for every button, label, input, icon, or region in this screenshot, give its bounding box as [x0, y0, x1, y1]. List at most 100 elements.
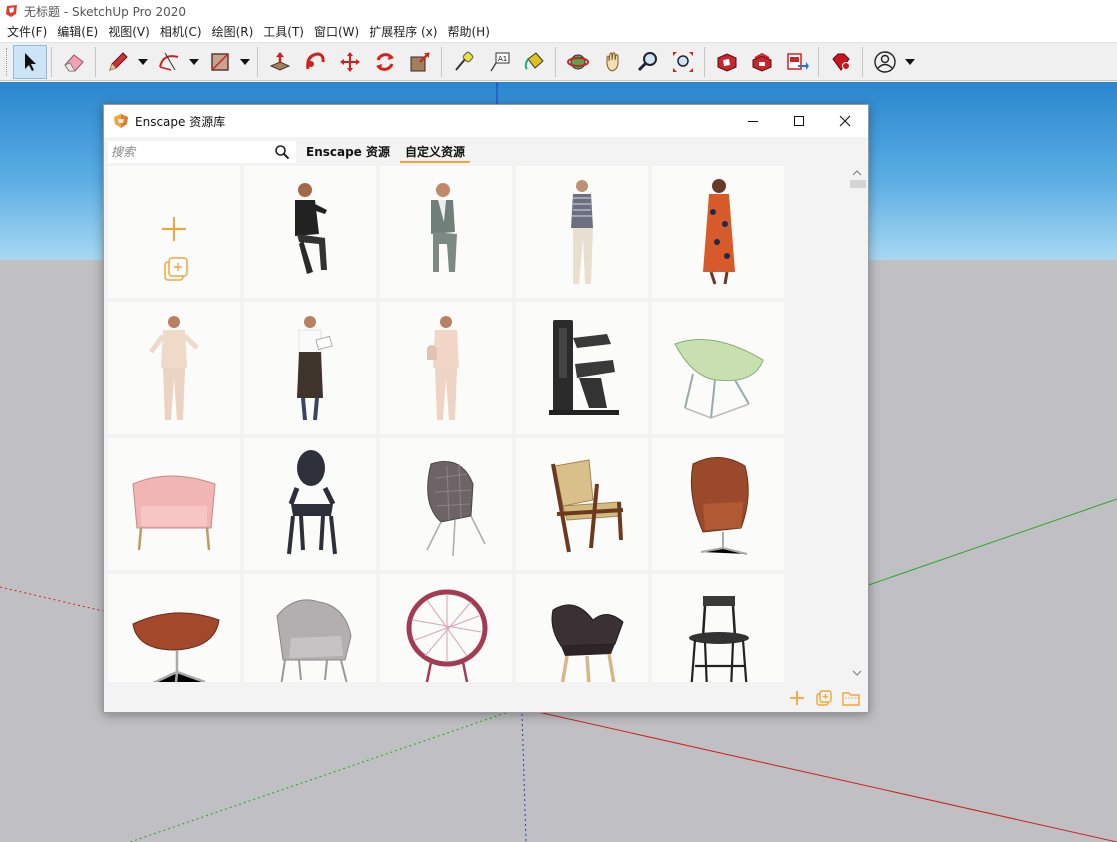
- asset-tile[interactable]: [108, 302, 240, 434]
- search-box: [108, 141, 296, 163]
- follow-me-tool-button[interactable]: [298, 45, 332, 79]
- orbit-tool-button[interactable]: [561, 45, 595, 79]
- tab-enscape-assets[interactable]: Enscape 资源: [301, 141, 395, 163]
- duplicate-asset-button[interactable]: [813, 687, 835, 709]
- maximize-button[interactable]: [776, 105, 822, 137]
- menu-file[interactable]: 文件(F): [2, 22, 52, 42]
- asset-tile[interactable]: [244, 302, 376, 434]
- text-tool-button[interactable]: A1: [482, 45, 516, 79]
- pan-tool-button[interactable]: [596, 45, 630, 79]
- window-title: 无标题 - SketchUp Pro 2020: [24, 4, 186, 19]
- geometric-lounge-chair-icon: [426, 461, 486, 557]
- menu-view[interactable]: 视图(V): [103, 22, 155, 42]
- asset-tile[interactable]: [244, 438, 376, 570]
- add-asset-plus-icon: [162, 217, 188, 281]
- orbit-icon: [566, 54, 589, 69]
- select-tool-button[interactable]: [12, 44, 47, 79]
- wooden-rope-lounge-chair-icon: [551, 459, 624, 553]
- user-account-button[interactable]: [868, 45, 902, 79]
- rectangle-tool-button[interactable]: [203, 45, 237, 79]
- asset-grid-scrollbar[interactable]: [848, 166, 866, 682]
- menu-help[interactable]: 帮助(H): [442, 22, 494, 42]
- layout-send-icon: [786, 52, 809, 70]
- add-asset-button[interactable]: [786, 687, 808, 709]
- standing-man-phone-icon: [571, 180, 593, 284]
- scroll-thumb[interactable]: [850, 180, 866, 188]
- 3d-warehouse-button[interactable]: [710, 45, 744, 79]
- asset-tile[interactable]: [652, 302, 784, 434]
- asset-tile[interactable]: [516, 438, 648, 570]
- scroll-down-button[interactable]: [851, 668, 863, 678]
- grey-womb-chair-icon: [276, 599, 352, 682]
- seated-man-dark-suit-icon: [295, 183, 327, 274]
- line-tool-dropdown[interactable]: [135, 45, 151, 79]
- green-axis-positive: [859, 498, 1117, 589]
- scale-tool-button[interactable]: [403, 45, 437, 79]
- minimize-icon: [748, 121, 758, 122]
- window-titlebar: 无标题 - SketchUp Pro 2020: [0, 0, 1117, 22]
- caret-down-icon: [189, 58, 199, 65]
- tab-custom-assets[interactable]: 自定义资源: [400, 141, 471, 163]
- menu-camera[interactable]: 相机(C): [155, 22, 207, 42]
- rectangle-tool-dropdown[interactable]: [237, 45, 253, 79]
- extension-warehouse-icon: [752, 52, 771, 72]
- send-to-layout-button[interactable]: [780, 45, 814, 79]
- asset-tile[interactable]: [516, 166, 648, 298]
- rotate-tool-button[interactable]: [368, 45, 402, 79]
- paint-bucket-icon: [524, 51, 544, 70]
- open-folder-button[interactable]: [840, 687, 862, 709]
- pink-armchair-icon: [132, 475, 216, 551]
- asset-tile[interactable]: [244, 166, 376, 298]
- menu-draw[interactable]: 绘图(R): [207, 22, 259, 42]
- toolbar-grip[interactable]: [6, 47, 9, 76]
- zoom-extents-tool-button[interactable]: [666, 45, 700, 79]
- menu-tools[interactable]: 工具(T): [258, 22, 309, 42]
- asset-tile[interactable]: [652, 574, 784, 682]
- dialog-footer: [104, 683, 868, 713]
- caret-down-icon: [240, 58, 250, 65]
- add-custom-asset-tile[interactable]: [108, 166, 240, 298]
- dialog-title: Enscape 资源库: [135, 114, 226, 129]
- asset-tile[interactable]: [108, 574, 240, 682]
- tape-measure-tool-button[interactable]: [447, 45, 481, 79]
- plus-icon: [790, 691, 804, 705]
- scroll-up-button[interactable]: [851, 168, 863, 178]
- eraser-tool-button[interactable]: [57, 45, 91, 79]
- search-icon[interactable]: [274, 144, 290, 160]
- extension-warehouse-button[interactable]: [745, 45, 779, 79]
- ruby-console-button[interactable]: [824, 45, 858, 79]
- minimize-button[interactable]: [730, 105, 776, 137]
- asset-tile[interactable]: [108, 438, 240, 570]
- zoom-tool-button[interactable]: [631, 45, 665, 79]
- follow-me-icon: [305, 51, 325, 69]
- svg-text:A1: A1: [498, 55, 507, 63]
- menu-edit[interactable]: 编辑(E): [52, 22, 103, 42]
- asset-tile[interactable]: [652, 166, 784, 298]
- toolbar-separator: [862, 46, 863, 77]
- line-tool-button[interactable]: [101, 45, 135, 79]
- asset-tile[interactable]: [516, 302, 648, 434]
- dialog-titlebar[interactable]: Enscape 资源库: [104, 105, 868, 137]
- menu-extensions[interactable]: 扩展程序 (x): [364, 22, 442, 42]
- asset-grid: [108, 166, 784, 682]
- paint-bucket-tool-button[interactable]: [517, 45, 551, 79]
- ghost-chair-icon: [287, 450, 337, 555]
- asset-tile[interactable]: [380, 438, 512, 570]
- arc-tool-button[interactable]: [152, 45, 186, 79]
- search-input[interactable]: [108, 141, 268, 163]
- asset-tile[interactable]: [380, 302, 512, 434]
- seated-man-grey-suit-icon: [431, 183, 457, 272]
- close-button[interactable]: [822, 105, 868, 137]
- move-tool-button[interactable]: [333, 45, 367, 79]
- standing-woman-floral-dress-icon: [703, 179, 735, 285]
- menu-window[interactable]: 窗口(W): [309, 22, 364, 42]
- user-account-dropdown[interactable]: [902, 45, 918, 79]
- push-pull-tool-button[interactable]: [263, 45, 297, 79]
- asset-tile[interactable]: [516, 574, 648, 682]
- asset-tile[interactable]: [380, 166, 512, 298]
- sketchup-logo-icon: [6, 5, 17, 17]
- asset-tile[interactable]: [244, 574, 376, 682]
- asset-tile[interactable]: [652, 438, 784, 570]
- arc-tool-dropdown[interactable]: [186, 45, 202, 79]
- asset-tile[interactable]: [380, 574, 512, 682]
